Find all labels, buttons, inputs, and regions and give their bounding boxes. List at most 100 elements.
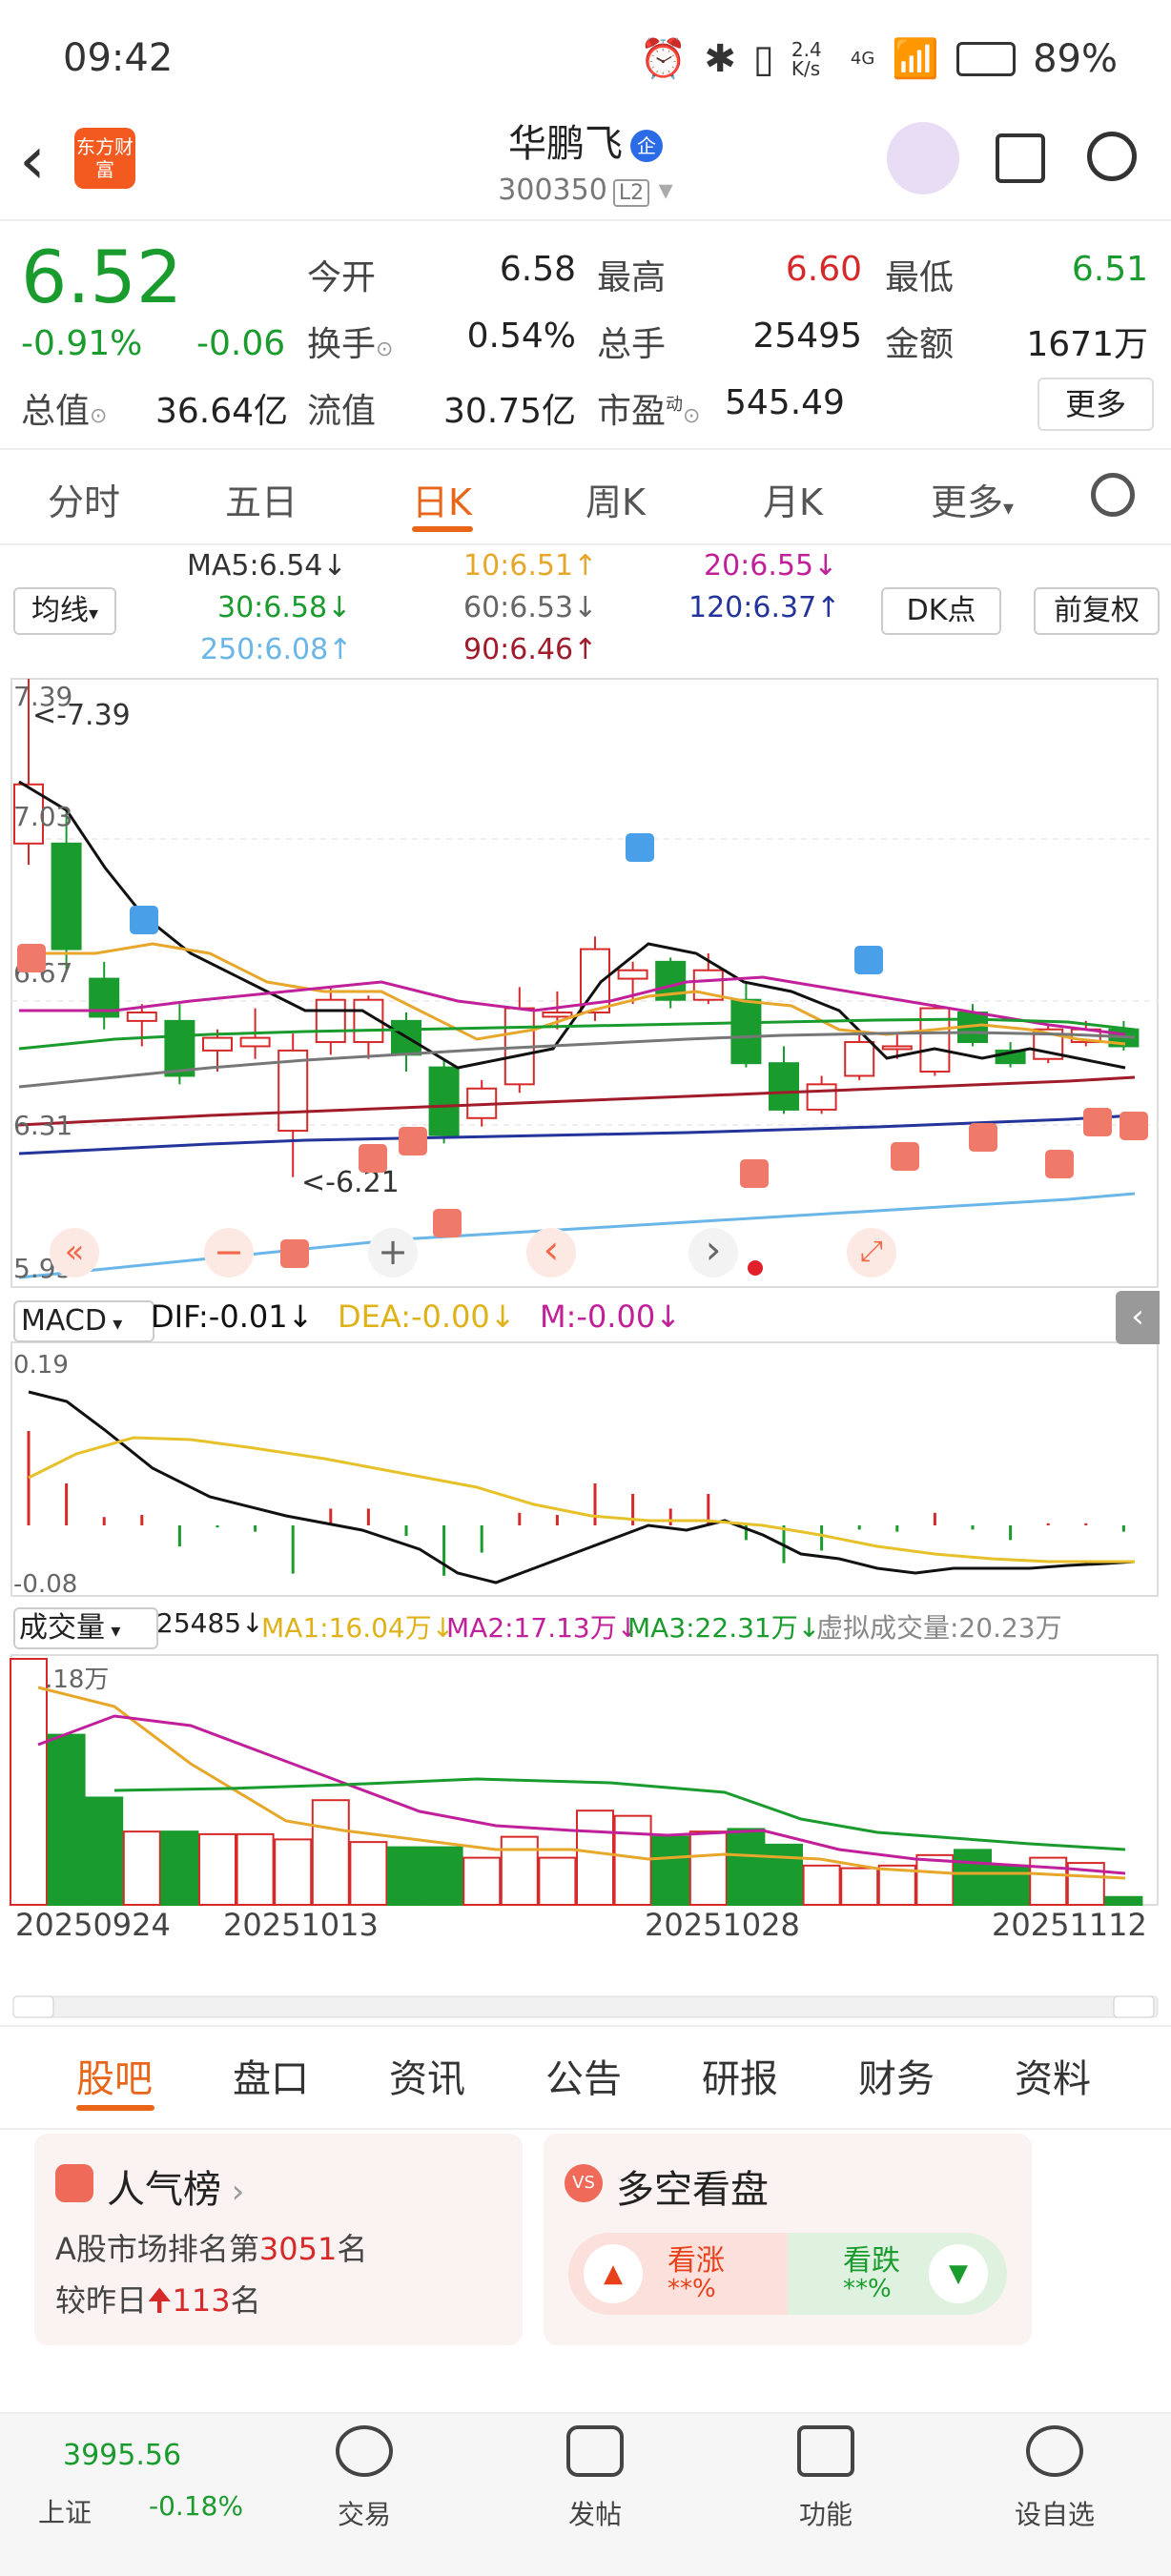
change-amount: -0.06 — [196, 324, 286, 363]
chart-scrollbar[interactable] — [12, 1995, 1159, 2018]
pe-label[interactable]: 市盈动⊙ — [597, 383, 700, 433]
tab-pankou[interactable]: 盘口 — [233, 2048, 309, 2103]
rank-value: 3051 — [258, 2231, 338, 2267]
macd-selector[interactable]: MACD ▾ — [13, 1300, 154, 1342]
rank-suffix: 名 — [337, 2231, 368, 2267]
change-suffix: 名 — [230, 2282, 261, 2319]
info-icon: ⊙ — [376, 337, 394, 361]
tab-profile[interactable]: 资料 — [1015, 2048, 1091, 2103]
volume-bar — [311, 1799, 350, 1906]
nav-post[interactable]: 发帖 — [538, 2494, 652, 2532]
volume-ma3: MA3:22.31万↓ — [627, 1612, 821, 1644]
volume-bar — [576, 1809, 614, 1907]
amount-label: 金额 — [885, 325, 955, 364]
nav-add-watchlist[interactable]: 设自选 — [997, 2494, 1112, 2532]
more-button[interactable]: 更多 — [1037, 378, 1154, 431]
zoom-out-icon[interactable]: − — [204, 1228, 254, 1278]
post-icon[interactable] — [566, 2425, 624, 2477]
rank-prefix: A股市场排名第 — [55, 2231, 259, 2267]
tab-announcements[interactable]: 公告 — [545, 2048, 622, 2103]
enterprise-badge: 企 — [630, 130, 663, 162]
zoom-in-icon[interactable]: + — [368, 1228, 418, 1278]
candle — [51, 842, 82, 951]
pe-value: 545.49 — [725, 383, 845, 422]
share-icon[interactable] — [996, 133, 1045, 183]
k-chart[interactable]: 7.39 7.03 6.67 6.31 5.95 <-7.39 <-6.21 0… — [0, 667, 1171, 2069]
caret-down-icon: ▼ — [929, 2244, 988, 2303]
scroll-handle-right[interactable] — [1113, 1995, 1155, 2018]
candle — [806, 1083, 837, 1111]
tab-daily-k[interactable]: 日K — [412, 473, 472, 525]
volume-bar — [651, 1835, 690, 1907]
adjust-button[interactable]: 前复权 — [1034, 587, 1160, 635]
next-icon[interactable]: › — [688, 1228, 738, 1278]
ma5-label: MA5:6.54↓ — [187, 549, 347, 583]
volume-bar — [274, 1838, 313, 1906]
change-percent: -0.91% — [21, 324, 143, 363]
volume-bar — [613, 1814, 652, 1907]
functions-icon[interactable] — [797, 2425, 854, 2477]
tab-five-day[interactable]: 五日 — [225, 473, 298, 525]
volume-selector[interactable]: 成交量 ▾ — [13, 1607, 158, 1649]
candle — [428, 1066, 460, 1136]
dropdown-icon: ▾ — [649, 174, 673, 207]
tab-finance[interactable]: 财务 — [858, 2048, 935, 2103]
turnover-label[interactable]: 换手⊙ — [307, 317, 393, 366]
float-label: 流值 — [307, 392, 377, 431]
date-label-1: 20250924 — [15, 1907, 171, 1943]
tab-guba[interactable]: 股吧 — [76, 2048, 153, 2103]
ma120-line — [18, 1114, 1136, 1155]
nav-functions[interactable]: 功能 — [769, 2494, 883, 2532]
volume-bar — [198, 1832, 236, 1907]
scroll-handle-left[interactable] — [12, 1995, 54, 2018]
index-value[interactable]: 3995.56 — [63, 2439, 181, 2472]
ma-selector[interactable]: 均线▾ — [13, 587, 116, 635]
nav-trade[interactable]: 交易 — [307, 2494, 421, 2532]
search-icon[interactable] — [1087, 132, 1137, 181]
ma30-label: 30:6.58↓ — [217, 591, 352, 624]
low-value: 6.51 — [1071, 250, 1148, 289]
indicator-dot — [748, 1260, 763, 1276]
mktcap-label-text: 总值 — [21, 392, 91, 431]
m-value: M:-0.00↓ — [540, 1298, 681, 1335]
tab-monthly-k[interactable]: 月K — [763, 473, 823, 525]
jump-first-icon[interactable]: « — [50, 1228, 99, 1278]
buy-marker — [1120, 1112, 1148, 1140]
ma90-label: 90:6.46↑ — [463, 633, 598, 666]
pe-label-text: 市盈 — [597, 392, 667, 431]
popularity-title: 人气榜 › — [107, 2158, 244, 2214]
watchlist-icon[interactable] — [1026, 2425, 1083, 2477]
prev-icon[interactable]: ‹ — [526, 1228, 576, 1278]
volume-now: 25485↓ — [156, 1607, 264, 1639]
volume-bar — [10, 1658, 48, 1906]
trade-icon[interactable] — [336, 2425, 393, 2477]
mktcap-label[interactable]: 总值⊙ — [21, 383, 107, 433]
tab-intraday[interactable]: 分时 — [48, 473, 120, 525]
dropdown-icon: ▾ — [106, 1312, 123, 1335]
macd-selector-label: MACD — [21, 1304, 107, 1338]
vs-icon: VS — [565, 2164, 603, 2202]
dea-line — [28, 1436, 1135, 1564]
status-time: 09:42 — [63, 36, 174, 80]
tab-weekly-k[interactable]: 周K — [586, 473, 646, 525]
volume-bar — [47, 1733, 86, 1906]
dk-point-button[interactable]: DK点 — [881, 587, 1001, 635]
alarm-icon: ⏰ — [639, 37, 688, 81]
stock-name: 华鹏飞 — [508, 122, 623, 166]
candle — [239, 1036, 271, 1048]
volume-bar — [500, 1835, 539, 1907]
collapse-panel-icon[interactable]: ‹ — [1116, 1291, 1160, 1344]
info-icon: ⊙ — [683, 404, 701, 428]
tab-news[interactable]: 资讯 — [389, 2048, 465, 2103]
fullscreen-icon[interactable]: ⤢ — [847, 1228, 896, 1278]
tab-more[interactable]: 更多▾ — [931, 473, 1014, 525]
tab-research[interactable]: 研报 — [702, 2048, 778, 2103]
volume-bar — [1029, 1856, 1068, 1906]
assistant-avatar[interactable] — [887, 122, 959, 194]
candles-group — [13, 679, 1140, 1177]
dropdown-icon: ▾ — [1003, 497, 1015, 521]
gear-icon[interactable] — [1091, 473, 1135, 517]
volume-bar — [954, 1849, 992, 1906]
active-section-indicator — [76, 2105, 154, 2111]
volume-bar — [1104, 1895, 1143, 1907]
